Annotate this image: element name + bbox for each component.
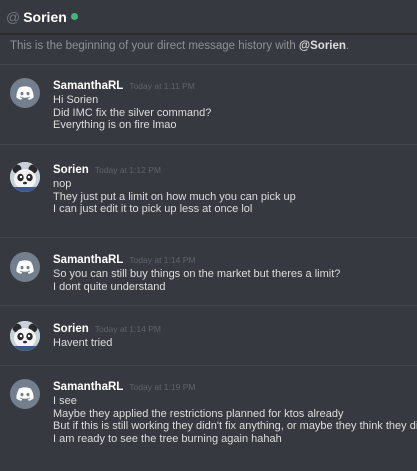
message-author[interactable]: SamanthaRL [53, 381, 123, 393]
message-header: SamanthaRL Today at 1:14 PM [53, 252, 195, 267]
message-line: nop [53, 178, 72, 190]
message-body: So you can still buy things on the marke… [53, 268, 413, 293]
message-timestamp: Today at 1:14 PM [129, 255, 196, 265]
message-line: They just put a limit on how much you ca… [53, 190, 296, 203]
divider [0, 144, 417, 145]
intro-mention[interactable]: @Sorien [299, 40, 346, 52]
online-status-icon [70, 13, 78, 20]
message-author[interactable]: SamanthaRL [53, 80, 123, 92]
message-header: Sorien Today at 1:12 PM [53, 162, 161, 177]
intro-suffix: . [345, 40, 350, 52]
message-line: Did IMC fix the silver command? [53, 106, 212, 119]
message-line: Havent tried [53, 337, 113, 349]
dm-intro: This is the beginning of your direct mes… [10, 40, 410, 52]
avatar[interactable] [10, 78, 40, 108]
message-line: I see [53, 395, 77, 407]
message-author[interactable]: Sorien [53, 164, 89, 176]
message-line: I am ready to see the tree burning again… [53, 432, 282, 445]
message-line: So you can still buy things on the marke… [53, 268, 341, 280]
message-line: Maybe they applied the restrictions plan… [53, 407, 344, 420]
message-header: Sorien Today at 1:14 PM [53, 321, 161, 336]
message-timestamp: Today at 1:11 PM [129, 81, 195, 91]
dm-username[interactable]: Sorien [23, 9, 67, 25]
message-body: Havent tried [53, 337, 413, 350]
message-body: nop They just put a limit on how much yo… [53, 178, 413, 216]
intro-text: This is the beginning of your direct mes… [10, 40, 299, 52]
message-line: Hi Sorien [53, 94, 99, 106]
message-timestamp: Today at 1:12 PM [94, 165, 161, 175]
message-line: Everything is on fire lmao [53, 119, 177, 131]
message-line: I dont quite understand [53, 280, 166, 293]
discord-logo-icon [16, 85, 34, 100]
divider [0, 365, 417, 366]
avatar[interactable] [10, 321, 40, 351]
avatar[interactable] [10, 162, 40, 192]
message-author[interactable]: Sorien [53, 323, 89, 335]
panda-avatar-icon [10, 162, 40, 192]
message-author[interactable]: SamanthaRL [53, 254, 123, 266]
message-line: I can just edit it to pick up less at on… [53, 203, 253, 215]
panda-avatar-icon [10, 321, 40, 351]
message-body: I see Maybe they applied the restriction… [53, 395, 417, 445]
dm-header: @ Sorien [0, 0, 417, 34]
at-icon: @ [6, 8, 21, 25]
message-header: SamanthaRL Today at 1:11 PM [53, 78, 195, 93]
message-body: Hi Sorien Did IMC fix the silver command… [53, 94, 413, 132]
message-line: But if this is still working they didn't… [53, 420, 417, 432]
message-timestamp: Today at 1:14 PM [94, 324, 161, 334]
message-header: SamanthaRL Today at 1:19 PM [53, 379, 195, 394]
avatar[interactable] [10, 252, 40, 282]
discord-logo-icon [16, 259, 34, 274]
discord-logo-icon [16, 386, 34, 401]
divider [0, 237, 417, 238]
message-timestamp: Today at 1:19 PM [129, 382, 196, 392]
divider [0, 305, 417, 306]
divider [0, 64, 417, 65]
avatar[interactable] [10, 379, 40, 409]
